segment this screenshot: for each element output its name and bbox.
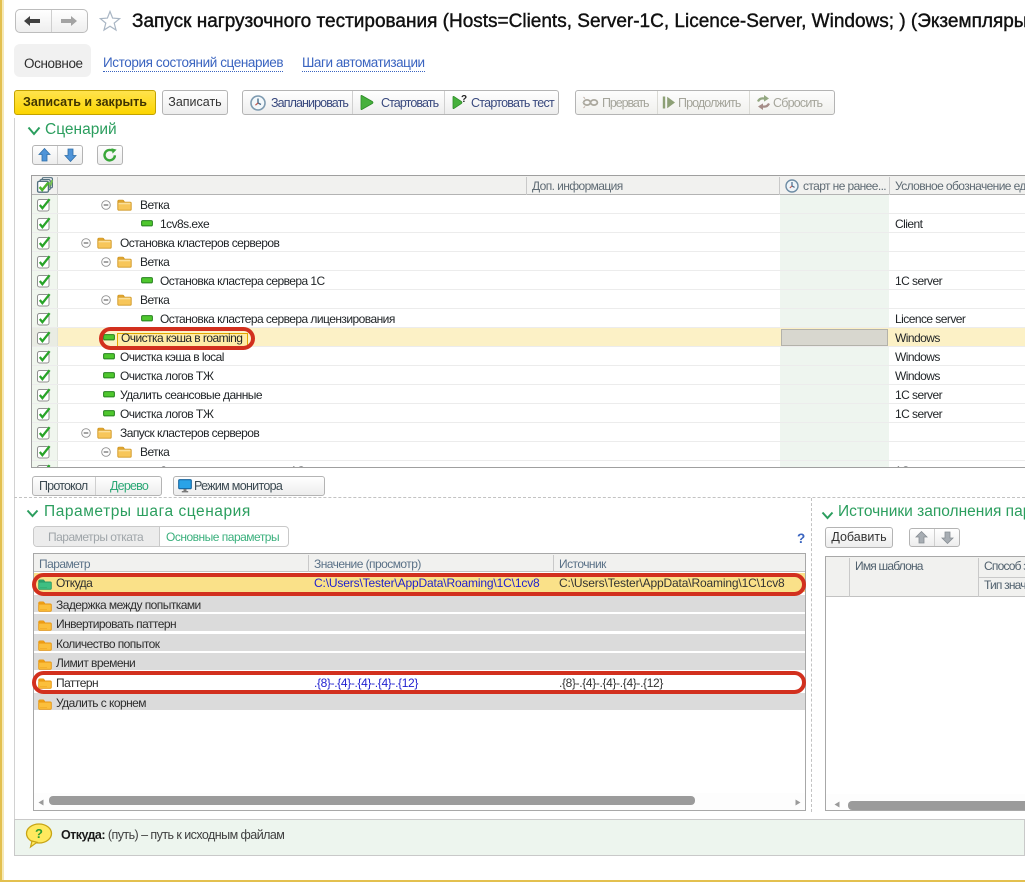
svg-text:?: ? <box>35 826 43 841</box>
svg-text:?: ? <box>461 94 467 105</box>
